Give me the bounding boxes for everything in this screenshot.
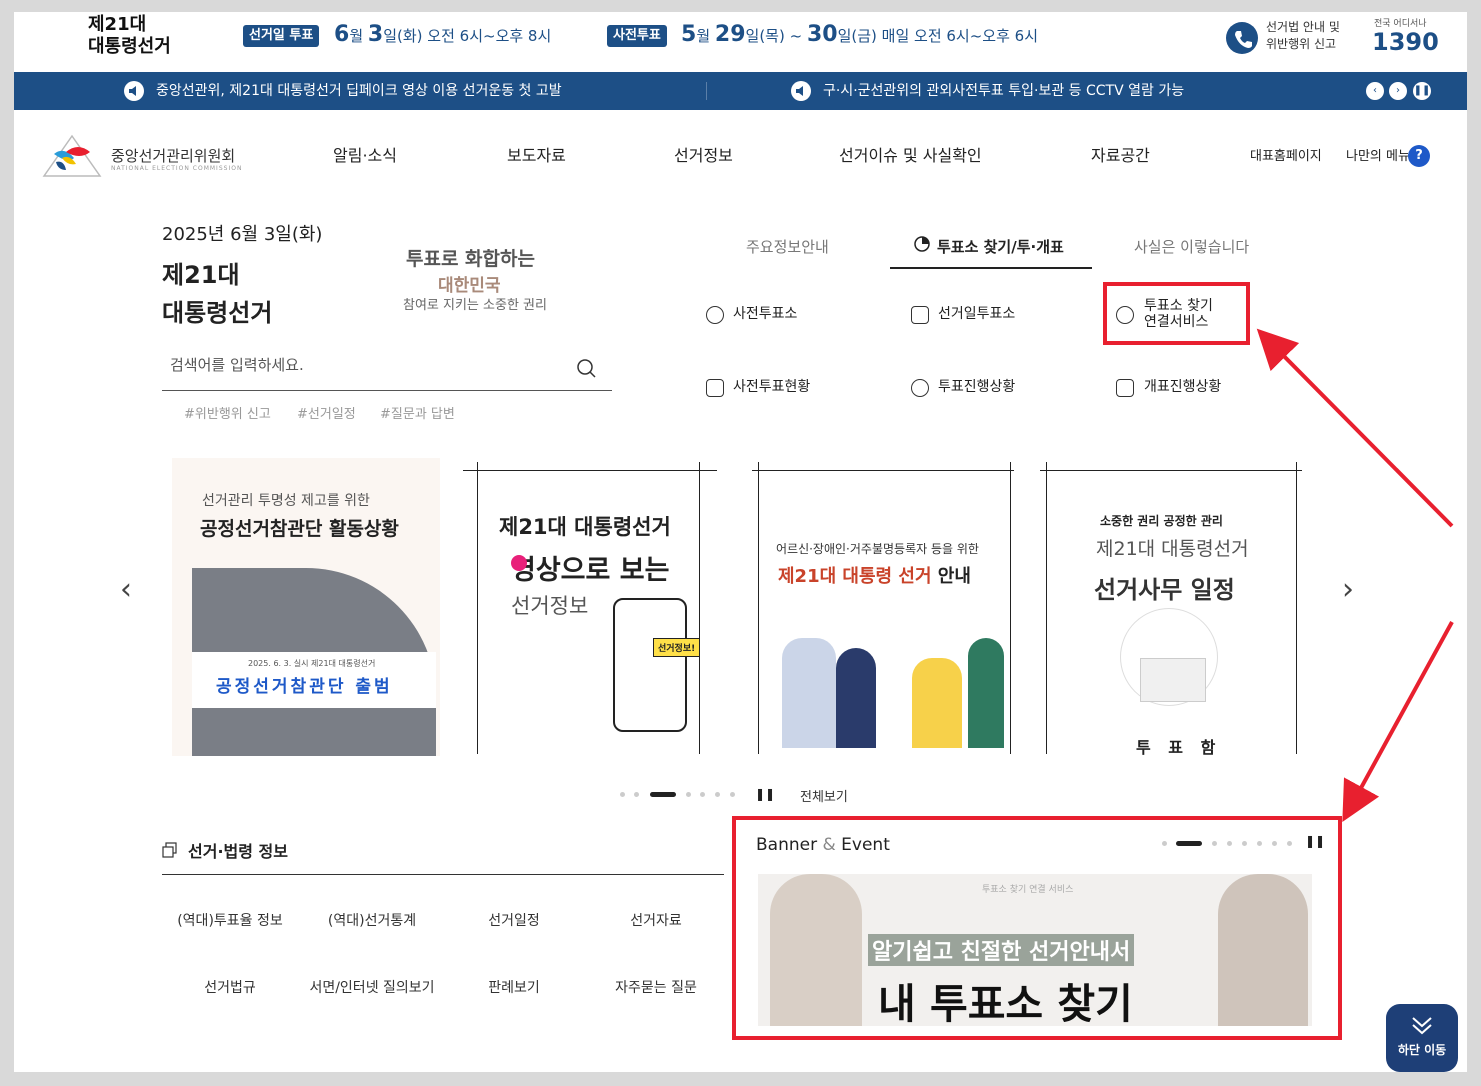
arrow-to-find-station — [1256, 328, 1454, 528]
annotation-arrows — [1256, 328, 1454, 823]
arrow-to-banner — [1342, 621, 1454, 823]
